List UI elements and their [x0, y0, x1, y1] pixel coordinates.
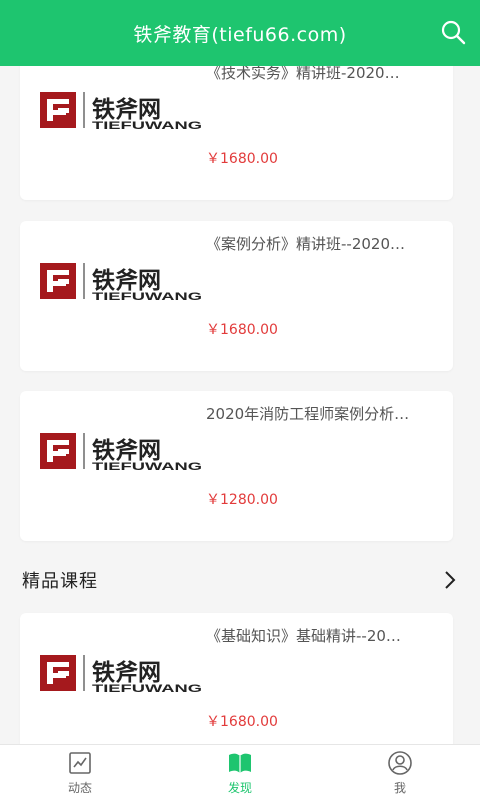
tiefuwang-logo: 铁斧网 TIEFUWANG [40, 92, 202, 130]
tab-label: 发现 [227, 781, 252, 795]
logo-text-en: TIEFUWANG [92, 120, 202, 130]
trend-chart-icon [69, 752, 91, 774]
tab-dynamic[interactable]: 动态 [0, 745, 160, 801]
bottom-tab-bar: 动态 发现 我 [0, 744, 480, 801]
logo-text-en: TIEFUWANG [92, 291, 202, 301]
tiefuwang-logo: 铁斧网 TIEFUWANG [40, 263, 202, 301]
book-icon [229, 753, 251, 773]
course-price: ￥1680.00 [206, 151, 278, 167]
chevron-right-icon[interactable] [440, 570, 460, 590]
course-title: 《基础知识》基础精讲--20… [206, 627, 401, 645]
logo-text-en: TIEFUWANG [92, 683, 202, 693]
app-title: 铁斧教育(tiefu66.com) [133, 23, 347, 46]
course-card[interactable]: 《案例分析》精讲班--2020… 铁斧网 TIEFUWANG ￥1680.00 [20, 221, 453, 371]
user-icon [388, 751, 412, 775]
course-card[interactable]: 《技术实务》精讲班-2020… 铁斧网 TIEFUWANG ￥1680.00 [20, 66, 453, 200]
tiefuwang-logo: 铁斧网 TIEFUWANG [40, 655, 202, 693]
tab-label: 我 [393, 781, 406, 795]
course-card[interactable]: 《基础知识》基础精讲--20… 铁斧网 TIEFUWANG ￥1680.00 [20, 613, 453, 744]
search-icon[interactable] [440, 19, 466, 45]
course-title: 《案例分析》精讲班--2020… [206, 235, 405, 253]
tab-discover[interactable]: 发现 [160, 745, 320, 801]
app-header: 铁斧教育(tiefu66.com) [0, 0, 480, 66]
logo-text-en: TIEFUWANG [92, 461, 202, 471]
tab-label: 动态 [67, 781, 92, 795]
course-title: 2020年消防工程师案例分析… [206, 405, 410, 423]
course-price: ￥1280.00 [206, 492, 278, 508]
content-scroll[interactable]: 《技术实务》精讲班-2020… 铁斧网 TIEFUWANG ￥1680.00 《… [0, 66, 480, 744]
course-card[interactable]: 2020年消防工程师案例分析… 铁斧网 TIEFUWANG ￥1280.00 [20, 391, 453, 541]
course-price: ￥1680.00 [206, 322, 278, 338]
course-title: 《技术实务》精讲班-2020… [206, 66, 400, 82]
section-title: 精品课程 [22, 571, 98, 592]
course-price: ￥1680.00 [206, 714, 278, 730]
tiefuwang-logo: 铁斧网 TIEFUWANG [40, 433, 202, 471]
tab-me[interactable]: 我 [320, 745, 480, 801]
section-header[interactable]: 精品课程 [0, 560, 480, 600]
